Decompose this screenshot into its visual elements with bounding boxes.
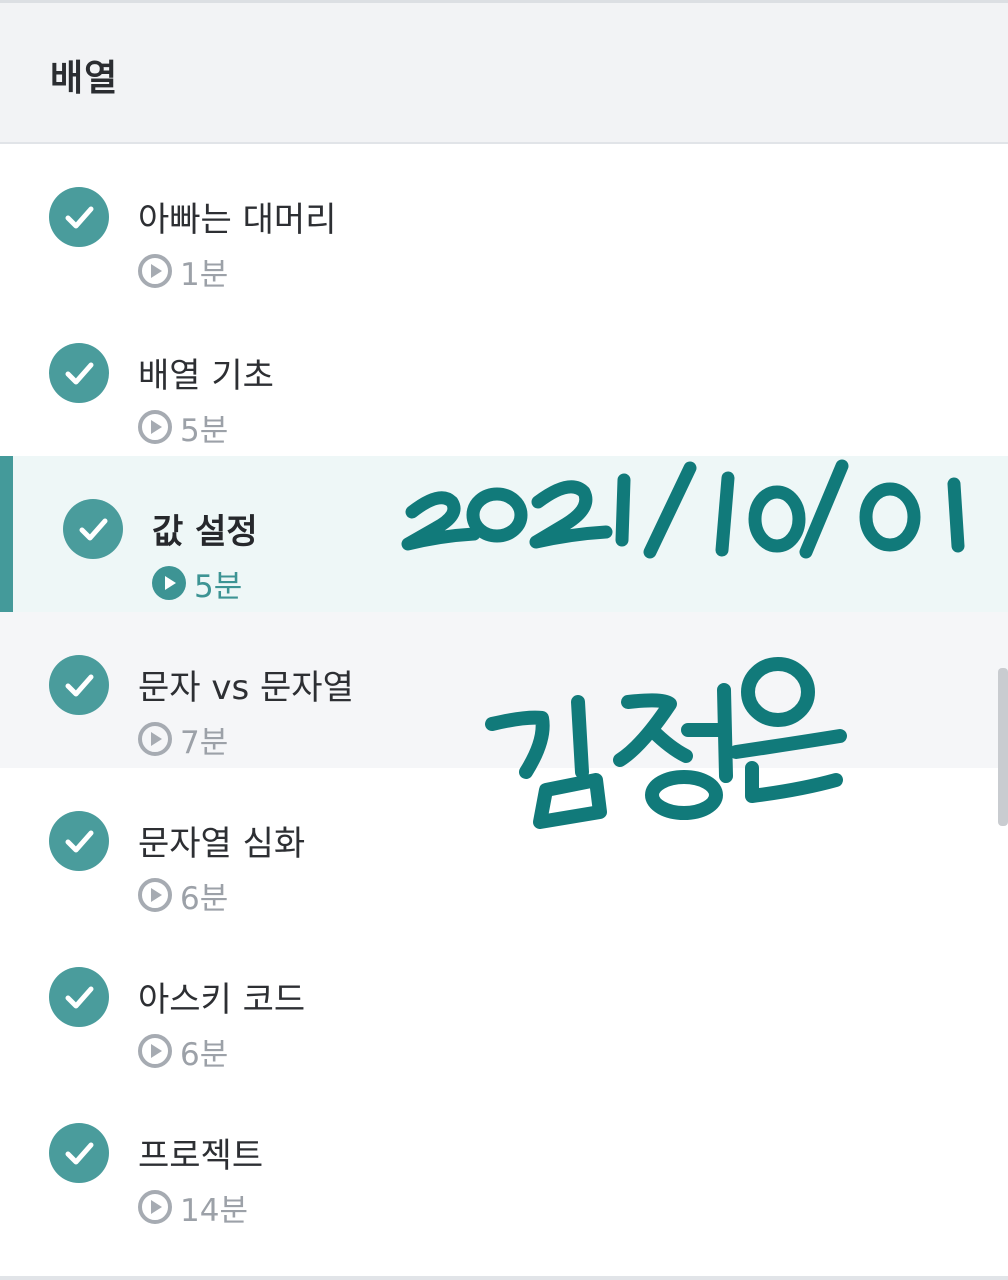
play-circle-icon xyxy=(152,566,186,600)
lesson-meta: 14분 xyxy=(138,1190,248,1229)
lesson-item[interactable]: 문자 vs 문자열 7분 xyxy=(0,612,1008,768)
lesson-duration: 7분 xyxy=(180,724,229,761)
lesson-list: 아빠는 대머리 1분 배열 기초 5분 값 설정 5분 문자 vs 문자열 7분… xyxy=(0,144,1008,1236)
section-title: 배열 xyxy=(50,58,119,99)
lesson-meta: 5분 xyxy=(152,566,242,605)
lesson-meta: 6분 xyxy=(138,878,228,917)
section-header: 배열 xyxy=(0,0,1008,144)
lesson-item[interactable]: 문자열 심화 6분 xyxy=(0,768,1008,924)
lesson-duration: 1분 xyxy=(180,256,229,293)
divider xyxy=(0,1276,1008,1280)
play-circle-icon xyxy=(138,254,172,288)
lesson-title: 프로젝트 xyxy=(138,1136,264,1176)
lesson-item-active[interactable]: 값 설정 5분 xyxy=(0,456,1008,612)
lesson-meta: 1분 xyxy=(138,254,228,293)
lesson-item[interactable]: 프로젝트 14분 xyxy=(0,1080,1008,1236)
check-circle-icon xyxy=(63,499,123,559)
lesson-duration: 6분 xyxy=(180,880,229,917)
lesson-item[interactable]: 배열 기초 5분 xyxy=(0,300,1008,456)
check-circle-icon xyxy=(49,655,109,715)
check-circle-icon xyxy=(49,811,109,871)
check-circle-icon xyxy=(49,343,109,403)
lesson-meta: 6분 xyxy=(138,1034,228,1073)
lesson-duration: 6분 xyxy=(180,1036,229,1073)
check-circle-icon xyxy=(49,187,109,247)
play-circle-icon xyxy=(138,1034,172,1068)
play-circle-icon xyxy=(138,722,172,756)
lesson-title: 아빠는 대머리 xyxy=(138,200,337,240)
lesson-title: 값 설정 xyxy=(152,512,258,552)
lesson-duration: 14분 xyxy=(180,1192,248,1229)
check-circle-icon xyxy=(49,967,109,1027)
lesson-title: 문자 vs 문자열 xyxy=(138,668,354,708)
lesson-meta: 5분 xyxy=(138,410,228,449)
lesson-item[interactable]: 아스키 코드 6분 xyxy=(0,924,1008,1080)
play-circle-icon xyxy=(138,410,172,444)
play-circle-icon xyxy=(138,1190,172,1224)
lesson-meta: 7분 xyxy=(138,722,228,761)
scrollbar-thumb[interactable] xyxy=(998,668,1008,826)
lesson-title: 배열 기초 xyxy=(138,356,274,396)
lesson-item[interactable]: 아빠는 대머리 1분 xyxy=(0,144,1008,300)
lesson-title: 문자열 심화 xyxy=(138,824,306,864)
check-circle-icon xyxy=(49,1123,109,1183)
lesson-duration: 5분 xyxy=(180,412,229,449)
play-circle-icon xyxy=(138,878,172,912)
lesson-title: 아스키 코드 xyxy=(138,980,306,1020)
lesson-duration: 5분 xyxy=(194,568,243,605)
